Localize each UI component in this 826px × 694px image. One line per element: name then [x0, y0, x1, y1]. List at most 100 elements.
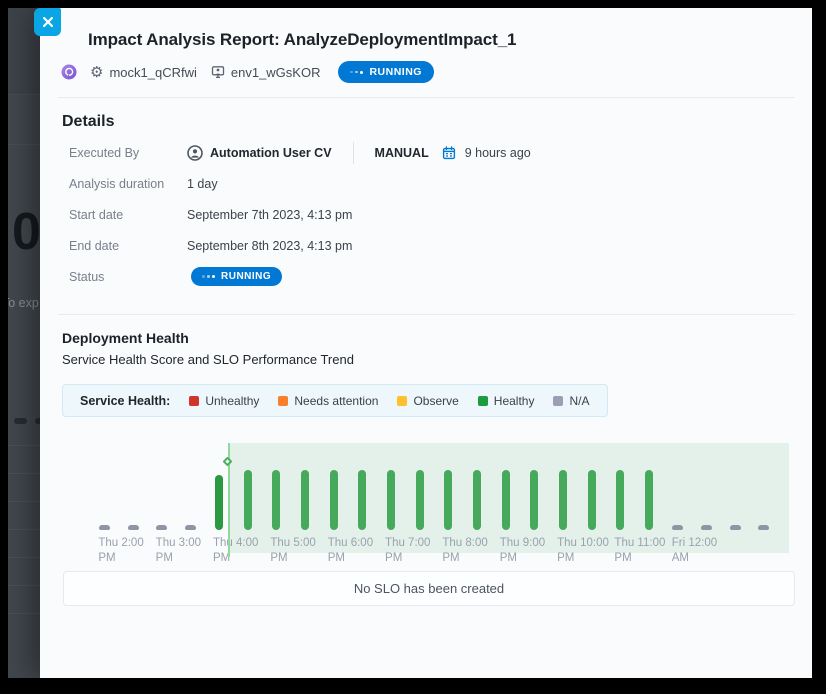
health-time-slot: Thu 2:00PM	[90, 430, 119, 530]
slo-empty-text: No SLO has been created	[354, 581, 504, 596]
no-analysis-bar[interactable]	[185, 525, 196, 530]
executed-by-row: Executed By Automation User CV MANUAL	[69, 137, 792, 168]
healthy-bar[interactable]	[215, 475, 223, 530]
service-health-legend: Service Health: UnhealthyNeeds attention…	[62, 384, 608, 417]
gear-icon: ⚙	[90, 65, 103, 80]
status-badge: RUNNING	[191, 267, 282, 286]
no-analysis-bar[interactable]	[758, 525, 769, 530]
impact-analysis-report-drawer: Impact Analysis Report: AnalyzeDeploymen…	[40, 8, 812, 678]
x-axis-label: Thu 3:00PM	[156, 536, 222, 566]
report-meta-row: ⚙ mock1_qCRfwi env1_wGsKOR RUNNING	[61, 60, 434, 84]
duration-value: 1 day	[187, 177, 218, 191]
healthy-bar[interactable]	[473, 470, 481, 530]
start-date-value: September 7th 2023, 4:13 pm	[187, 208, 352, 222]
executed-by-label: Executed By	[69, 146, 187, 160]
start-date-row: Start date September 7th 2023, 4:13 pm	[69, 199, 792, 230]
no-analysis-bar[interactable]	[99, 525, 110, 530]
health-time-slot: Thu 8:00PM	[434, 430, 463, 530]
service-health-chart: Thu 2:00PMThu 3:00PMThu 4:00PMThu 5:00PM…	[63, 430, 795, 570]
status-row: Status RUNNING	[69, 261, 792, 292]
legend-swatch-icon	[397, 396, 407, 406]
status-badge-label: RUNNING	[369, 66, 422, 78]
user-circle-icon	[187, 145, 203, 161]
loading-dots-icon	[202, 275, 215, 278]
x-axis-label: Thu 6:00PM	[328, 536, 394, 566]
no-analysis-bar[interactable]	[672, 525, 683, 530]
status-label: Status	[69, 270, 187, 284]
close-icon	[42, 16, 54, 28]
health-time-slot	[405, 430, 434, 530]
healthy-bar[interactable]	[272, 470, 280, 530]
healthy-bar[interactable]	[444, 470, 452, 530]
x-axis-label: Thu 4:00PM	[213, 536, 279, 566]
healthy-bar[interactable]	[559, 470, 567, 530]
health-time-slot: Thu 3:00PM	[147, 430, 176, 530]
healthy-bar[interactable]	[416, 470, 424, 530]
end-date-label: End date	[69, 239, 187, 253]
legend-swatch-icon	[553, 396, 563, 406]
health-bar-plot: Thu 2:00PMThu 3:00PMThu 4:00PMThu 5:00PM…	[90, 430, 778, 570]
no-analysis-bar[interactable]	[701, 525, 712, 530]
report-avatar-icon	[61, 64, 77, 80]
healthy-bar[interactable]	[502, 470, 510, 530]
legend-swatch-icon	[189, 396, 199, 406]
details-heading: Details	[62, 113, 114, 131]
x-axis-label: Thu 10:00PM	[557, 536, 623, 566]
no-analysis-bar[interactable]	[128, 525, 139, 530]
health-time-slot	[749, 430, 778, 530]
modal-title: Impact Analysis Report: AnalyzeDeploymen…	[88, 30, 516, 50]
x-axis-label: Thu 9:00PM	[500, 536, 566, 566]
x-axis-label: Thu 11:00PM	[614, 536, 680, 566]
executed-by-user: Automation User CV	[210, 146, 332, 160]
duration-label: Analysis duration	[69, 177, 187, 191]
start-date-label: Start date	[69, 208, 187, 222]
health-time-slot: Thu 6:00PM	[319, 430, 348, 530]
health-time-slot	[348, 430, 377, 530]
healthy-bar[interactable]	[244, 470, 252, 530]
health-time-slot	[721, 430, 750, 530]
healthy-bar[interactable]	[330, 470, 338, 530]
deployment-health-subtitle: Service Health Score and SLO Performance…	[62, 352, 354, 367]
close-button[interactable]	[34, 8, 61, 36]
health-time-slot	[233, 430, 262, 530]
section-divider	[58, 314, 795, 315]
healthy-bar[interactable]	[301, 470, 309, 530]
background-metric-value: 0	[12, 202, 40, 262]
status-badge-label: RUNNING	[221, 271, 271, 282]
health-time-slot: Thu 10:00PM	[549, 430, 578, 530]
no-analysis-bar[interactable]	[730, 525, 741, 530]
no-analysis-bar[interactable]	[156, 525, 167, 530]
x-axis-label: Thu 5:00PM	[270, 536, 336, 566]
details-rows: Executed By Automation User CV MANUAL	[69, 137, 792, 292]
health-time-slot	[577, 430, 606, 530]
service-name: mock1_qCRfwi	[109, 65, 196, 80]
loading-dots-icon	[350, 71, 363, 74]
header-divider	[58, 97, 795, 98]
environment-name: env1_wGsKOR	[231, 65, 321, 80]
healthy-bar[interactable]	[616, 470, 624, 530]
healthy-bar[interactable]	[588, 470, 596, 530]
background-partial-text: To exp	[8, 296, 39, 310]
health-time-slot	[520, 430, 549, 530]
environment-icon	[211, 65, 225, 79]
vertical-separator	[353, 142, 354, 164]
x-axis-label: Thu 7:00PM	[385, 536, 451, 566]
trigger-type: MANUAL	[375, 146, 429, 160]
end-date-row: End date September 8th 2023, 4:13 pm	[69, 230, 792, 261]
x-axis-label: Thu 8:00PM	[442, 536, 508, 566]
legend-title: Service Health:	[80, 394, 170, 408]
healthy-bar[interactable]	[645, 470, 653, 530]
health-time-slot	[463, 430, 492, 530]
healthy-bar[interactable]	[530, 470, 538, 530]
healthy-bar[interactable]	[358, 470, 366, 530]
health-time-slot: Thu 5:00PM	[262, 430, 291, 530]
health-time-slot: Thu 9:00PM	[491, 430, 520, 530]
legend-swatch-icon	[478, 396, 488, 406]
healthy-bar[interactable]	[387, 470, 395, 530]
legend-item: Needs attention	[278, 394, 378, 408]
health-time-slot	[635, 430, 664, 530]
health-time-slot: Thu 7:00PM	[377, 430, 406, 530]
legend-swatch-icon	[278, 396, 288, 406]
deployment-health-heading: Deployment Health	[62, 330, 189, 346]
x-axis-label: Fri 12:00AM	[672, 536, 738, 566]
